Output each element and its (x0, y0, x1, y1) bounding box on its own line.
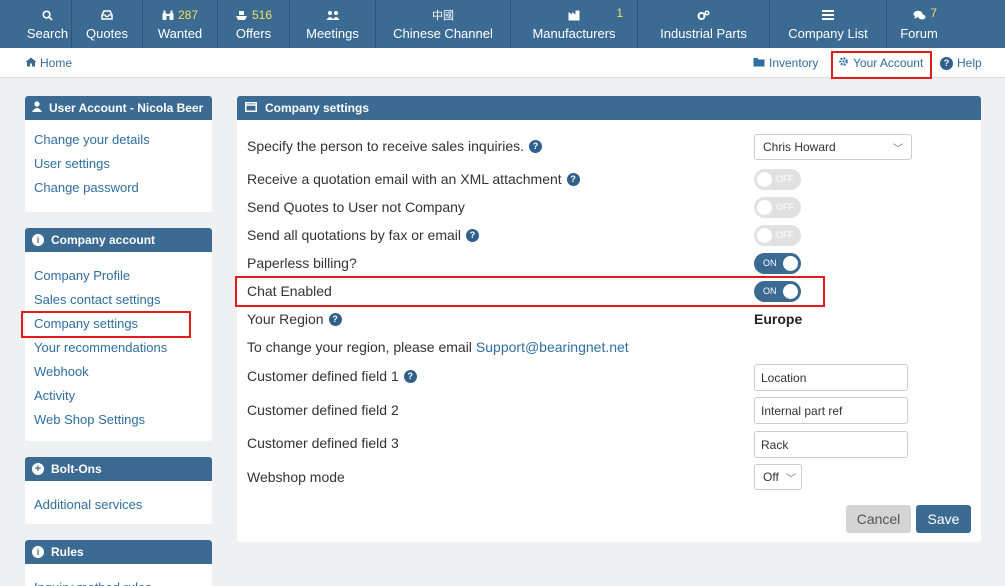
sales-person-row: Specify the person to receive sales inqu… (247, 138, 543, 154)
sidebar-link-additional-services[interactable]: Additional services (25, 492, 212, 516)
custom-field-1-row: Customer defined field 1 ? (247, 368, 417, 384)
bolt-ons-title: Bolt-Ons (51, 462, 102, 476)
chevron-down-icon: ﹀ (786, 473, 796, 485)
chinese-flag-icon: 中國 (432, 10, 454, 22)
comments-icon (913, 7, 926, 23)
users-icon (326, 7, 340, 23)
offers-count-badge: 516 (251, 8, 273, 22)
folder-icon (753, 56, 765, 70)
xml-attachment-row: Receive a quotation email with an XML at… (247, 171, 580, 187)
sidebar-link-company-profile[interactable]: Company Profile (25, 263, 212, 287)
factory-icon (568, 7, 580, 23)
plus-circle-icon: + (32, 463, 44, 475)
panel-title: Company settings (265, 101, 370, 115)
xml-attachment-toggle[interactable]: OFF (754, 169, 801, 190)
question-circle-icon[interactable]: ? (566, 172, 580, 186)
sidebar-link-change-details[interactable]: Change your details (25, 127, 212, 151)
list-icon (822, 7, 834, 23)
save-button[interactable]: Save (916, 505, 971, 533)
rules-title: Rules (51, 545, 84, 559)
sidebar-link-inquiry-method-rules[interactable]: Inquiry method rules (25, 575, 212, 586)
user-account-title: User Account - Nicola Beer (49, 101, 204, 115)
highlight-company-settings (21, 311, 191, 338)
nav-manufacturers[interactable]: 1 Manufacturers (511, 0, 638, 48)
webshop-mode-row: Webshop mode (247, 469, 345, 485)
wanted-count-badge: 287 (177, 8, 199, 22)
nav-offers[interactable]: 516 Offers (218, 0, 290, 48)
custom-field-1-input[interactable]: Location (754, 364, 908, 391)
question-circle-icon[interactable]: ? (466, 228, 480, 242)
region-row: Your Region ? (247, 311, 342, 327)
webshop-mode-select[interactable]: Off ﹀ (754, 464, 802, 490)
top-navigation: Search Quotes 287 Wanted 516 Offers Meet… (0, 0, 1005, 48)
nav-wanted[interactable]: 287 Wanted (143, 0, 218, 48)
custom-field-3-row: Customer defined field 3 (247, 435, 399, 451)
question-circle-icon[interactable]: ? (403, 369, 417, 383)
nav-search[interactable]: Search (24, 0, 72, 48)
nav-forum[interactable]: 7 Forum (887, 0, 951, 48)
quotes-to-user-toggle[interactable]: OFF (754, 197, 801, 218)
nav-company-list[interactable]: Company List (770, 0, 887, 48)
custom-field-2-input[interactable]: Internal part ref (754, 397, 908, 424)
manufacturers-count-badge: 1 (616, 6, 623, 20)
forum-count-badge: 7 (930, 6, 937, 20)
search-icon (42, 7, 53, 23)
fax-email-toggle[interactable]: OFF (754, 225, 801, 246)
region-value: Europe (754, 311, 803, 327)
highlight-your-account (831, 51, 932, 79)
support-email-link[interactable]: Support@bearingnet.net (476, 339, 629, 355)
help-link[interactable]: ? Help (940, 48, 982, 78)
home-icon (25, 56, 37, 70)
inbox-icon (101, 7, 113, 23)
user-account-panel: User Account - Nicola Beer Change your d… (25, 96, 212, 212)
sales-person-select[interactable]: Chris Howard ﹀ (754, 134, 912, 160)
sidebar-link-webhook[interactable]: Webhook (25, 359, 212, 383)
window-icon (245, 101, 257, 115)
nav-quotes[interactable]: Quotes (72, 0, 143, 48)
ship-icon (235, 10, 247, 20)
rules-panel: i Rules Inquiry method rules (25, 540, 212, 586)
nav-chinese-channel[interactable]: 中國 Chinese Channel (376, 0, 511, 48)
user-icon (32, 101, 42, 115)
paperless-billing-toggle[interactable]: ON (754, 253, 801, 274)
nav-meetings[interactable]: Meetings (290, 0, 376, 48)
breadcrumb-home[interactable]: Home (25, 56, 72, 70)
fax-email-row: Send all quotations by fax or email ? (247, 227, 480, 243)
cogs-icon (697, 7, 710, 23)
info-circle-icon: i (32, 546, 44, 558)
sidebar-link-user-settings[interactable]: User settings (25, 151, 212, 175)
sidebar-link-activity[interactable]: Activity (25, 383, 212, 407)
paperless-billing-row: Paperless billing? (247, 255, 357, 271)
sidebar-link-recommendations[interactable]: Your recommendations (25, 335, 212, 359)
bolt-ons-panel: + Bolt-Ons Additional services (25, 457, 212, 524)
company-account-title: Company account (51, 233, 156, 247)
custom-field-3-input[interactable]: Rack (754, 431, 908, 458)
nav-industrial-parts[interactable]: Industrial Parts (638, 0, 770, 48)
cancel-button[interactable]: Cancel (846, 505, 911, 533)
sidebar-link-web-shop-settings[interactable]: Web Shop Settings (25, 407, 212, 431)
sidebar-link-change-password[interactable]: Change password (25, 175, 212, 199)
change-region-row: To change your region, please email Supp… (247, 339, 629, 355)
question-circle-icon[interactable]: ? (328, 312, 342, 326)
question-circle-icon: ? (940, 56, 953, 70)
inventory-link[interactable]: Inventory (753, 48, 818, 78)
sidebar-link-sales-contact[interactable]: Sales contact settings (25, 287, 212, 311)
chevron-down-icon: ﹀ (893, 143, 903, 155)
custom-field-2-row: Customer defined field 2 (247, 402, 399, 418)
binoculars-icon (162, 10, 174, 20)
question-circle-icon[interactable]: ? (529, 139, 543, 153)
company-settings-panel: Company settings Specify the person to r… (237, 96, 981, 542)
quotes-to-user-row: Send Quotes to User not Company (247, 199, 465, 215)
highlight-chat-enabled (235, 276, 825, 307)
info-circle-icon: i (32, 234, 44, 246)
